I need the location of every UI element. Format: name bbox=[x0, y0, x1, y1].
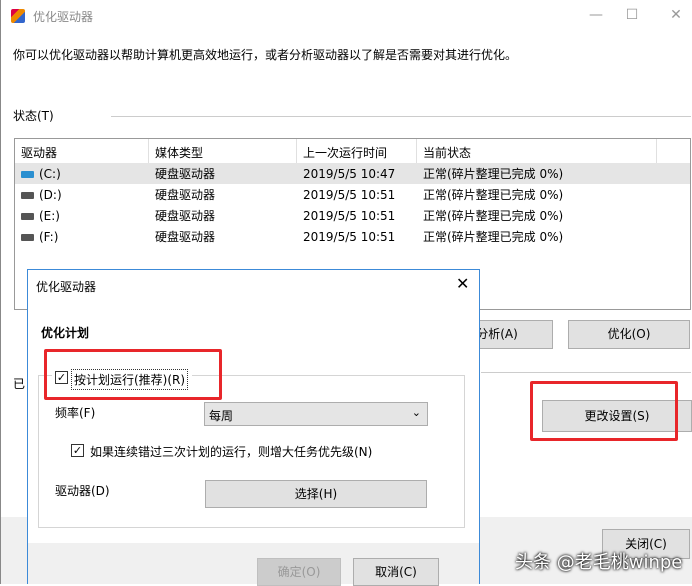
media-type: 硬盘驱动器 bbox=[155, 167, 216, 181]
frequency-select[interactable]: 每周 ⌄ bbox=[204, 402, 428, 426]
drive-name: (F:) bbox=[39, 229, 59, 244]
drive-status: 正常(碎片整理已完成 0%) bbox=[423, 230, 564, 244]
table-row[interactable]: (E:) 硬盘驱动器 2019/5/5 10:51 正常(碎片整理已完成 0%) bbox=[15, 205, 690, 226]
increase-priority-checkbox[interactable]: ✓ bbox=[71, 444, 84, 457]
frequency-label: 频率(F) bbox=[55, 406, 96, 420]
media-type: 硬盘驱动器 bbox=[155, 209, 216, 223]
cancel-button[interactable]: 取消(C) bbox=[353, 558, 439, 586]
col-last-run[interactable]: 上一次运行时间 bbox=[297, 139, 417, 163]
increase-priority-label: 如果连续错过三次计划的运行，则增大任务优先级(N) bbox=[90, 445, 373, 459]
drive-name: (D:) bbox=[39, 187, 62, 202]
drive-status: 正常(碎片整理已完成 0%) bbox=[423, 188, 564, 202]
chevron-down-icon: ⌄ bbox=[411, 406, 421, 419]
status-label: 状态(T) bbox=[13, 109, 54, 123]
maximize-button[interactable]: ☐ bbox=[617, 4, 647, 26]
drives-label: 驱动器(D) bbox=[55, 484, 110, 498]
col-status[interactable]: 当前状态 bbox=[417, 139, 657, 163]
minimize-button[interactable]: — bbox=[581, 4, 611, 26]
table-row[interactable]: (C:) 硬盘驱动器 2019/5/5 10:47 正常(碎片整理已完成 0%) bbox=[15, 163, 690, 184]
drive-status: 正常(碎片整理已完成 0%) bbox=[423, 209, 564, 223]
section-title: 优化计划 bbox=[41, 326, 90, 340]
media-type: 硬盘驱动器 bbox=[155, 230, 216, 244]
divider bbox=[481, 372, 691, 373]
drive-status: 正常(碎片整理已完成 0%) bbox=[423, 167, 564, 181]
last-run: 2019/5/5 10:51 bbox=[303, 208, 396, 223]
app-icon bbox=[11, 9, 25, 23]
last-run: 2019/5/5 10:51 bbox=[303, 229, 396, 244]
table-row[interactable]: (F:) 硬盘驱动器 2019/5/5 10:51 正常(碎片整理已完成 0%) bbox=[15, 226, 690, 247]
last-run: 2019/5/5 10:47 bbox=[303, 166, 396, 181]
system-drive-icon bbox=[21, 170, 34, 178]
last-run: 2019/5/5 10:51 bbox=[303, 187, 396, 202]
drive-icon bbox=[21, 233, 34, 241]
drive-icon bbox=[21, 191, 34, 199]
optimize-button[interactable]: 优化(O) bbox=[568, 320, 690, 349]
window-title: 优化驱动器 bbox=[33, 10, 94, 24]
title-bar: 优化驱动器 — ☐ ✕ bbox=[1, 0, 692, 32]
dialog-close-button[interactable]: ✕ bbox=[456, 274, 469, 293]
dialog-title: 优化驱动器 bbox=[36, 280, 97, 294]
col-media[interactable]: 媒体类型 bbox=[149, 139, 297, 163]
description: 你可以优化驱动器以帮助计算机更高效地运行，或者分析驱动器以了解是否需要对其进行优… bbox=[13, 48, 518, 62]
media-type: 硬盘驱动器 bbox=[155, 188, 216, 202]
ok-button[interactable]: 确定(O) bbox=[257, 558, 341, 586]
choose-drives-button[interactable]: 选择(H) bbox=[205, 480, 427, 508]
frequency-value: 每周 bbox=[209, 409, 234, 423]
highlight-box bbox=[530, 381, 678, 441]
scheduled-label: 已 bbox=[13, 377, 26, 391]
col-drive[interactable]: 驱动器 bbox=[15, 139, 149, 163]
drive-name: (C:) bbox=[39, 166, 61, 181]
table-row[interactable]: (D:) 硬盘驱动器 2019/5/5 10:51 正常(碎片整理已完成 0%) bbox=[15, 184, 690, 205]
drive-icon bbox=[21, 212, 34, 220]
highlight-box bbox=[44, 349, 222, 400]
drive-name: (E:) bbox=[39, 208, 60, 223]
divider bbox=[111, 116, 691, 117]
close-window-button[interactable]: ✕ bbox=[661, 4, 691, 26]
table-header: 驱动器 媒体类型 上一次运行时间 当前状态 bbox=[15, 139, 690, 163]
watermark: 头条 @老毛桃winpe bbox=[515, 552, 683, 573]
